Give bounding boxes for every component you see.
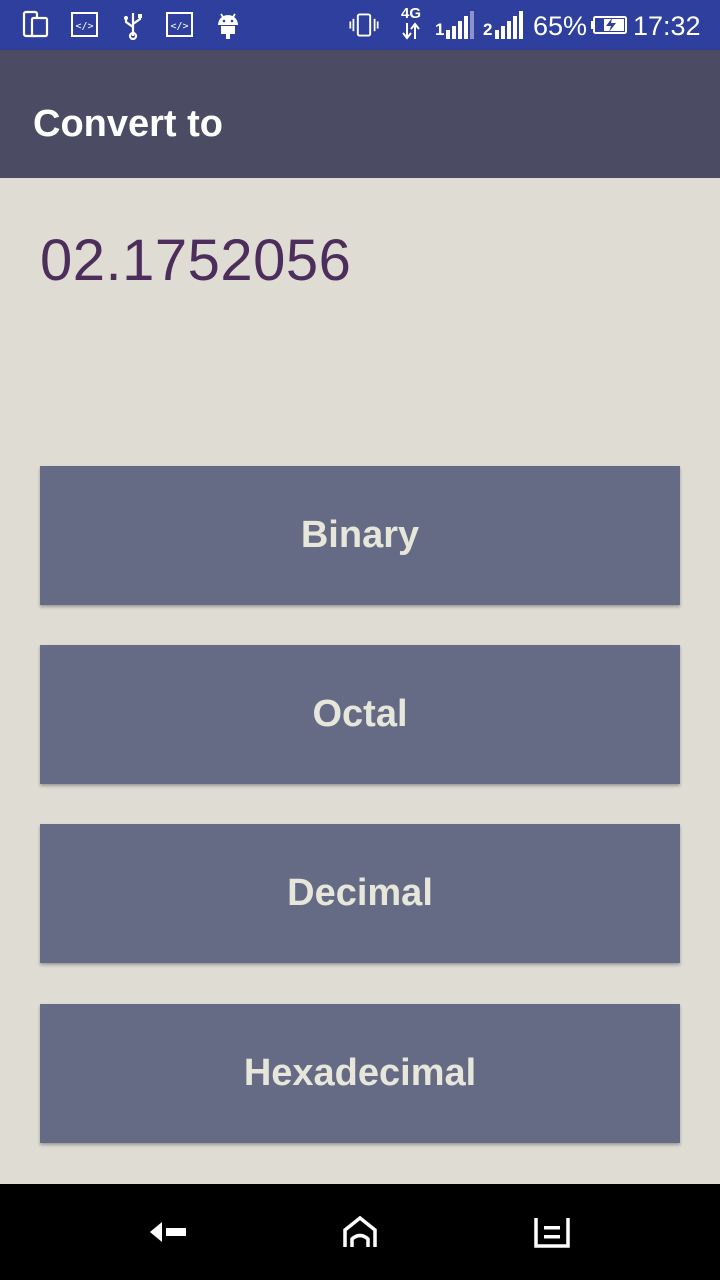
sim2-label: 2 xyxy=(483,20,493,39)
navigation-bar xyxy=(0,1184,720,1280)
home-icon[interactable] xyxy=(340,1214,380,1250)
value-display: 02.1752056 xyxy=(40,228,352,293)
code-icon: </> xyxy=(166,12,193,37)
recents-icon[interactable] xyxy=(532,1214,572,1250)
decimal-button[interactable]: Decimal xyxy=(40,824,680,963)
app-bar: Convert to xyxy=(0,50,720,178)
octal-button[interactable]: Octal xyxy=(40,645,680,784)
sim1-label: 1 xyxy=(435,20,445,39)
code-icon: </> xyxy=(71,12,98,37)
signal-sim1-icon: 1 xyxy=(435,10,477,42)
screen-mirror-icon xyxy=(22,10,49,38)
binary-button[interactable]: Binary xyxy=(40,466,680,605)
usb-icon xyxy=(124,13,142,40)
signal-sim2-icon: 2 xyxy=(483,10,527,42)
status-bar: </> </> 4G 1 2 65% 17:32 xyxy=(0,0,720,50)
svg-text:</>: </> xyxy=(170,21,188,32)
clock: 17:32 xyxy=(633,11,701,41)
battery-percent: 65% xyxy=(533,11,588,41)
vibrate-icon xyxy=(349,13,379,37)
page-title: Convert to xyxy=(33,103,223,145)
hexadecimal-button[interactable]: Hexadecimal xyxy=(40,1004,680,1143)
back-icon[interactable] xyxy=(148,1214,188,1250)
network-4g-icon: 4G xyxy=(398,6,424,42)
svg-text:</>: </> xyxy=(75,21,93,32)
main-content: 02.1752056 Binary Octal Decimal Hexadeci… xyxy=(0,178,720,1184)
battery-charging-icon xyxy=(591,16,627,34)
network-type-label: 4G xyxy=(400,5,421,22)
android-icon xyxy=(218,13,238,39)
